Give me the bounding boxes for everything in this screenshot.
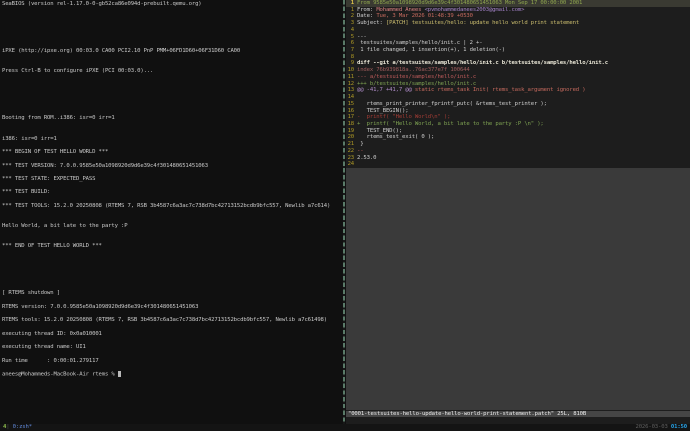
- vim-line-number: 22: [346, 148, 354, 155]
- vim-buffer-line: 6 testsuites/samples/hello/init.c | 2 +-: [346, 40, 690, 47]
- vim-buffer-line: 4: [346, 27, 690, 34]
- vim-line-number: 1: [346, 7, 354, 14]
- terminal-cursor[interactable]: [118, 371, 121, 377]
- tmux-window-tab[interactable]: 0:zsh*: [13, 424, 32, 430]
- terminal-line: *** TEST VERSION: 7.0.0.9585e50a1098920d…: [2, 163, 208, 170]
- tmux-status-bar: 4| 0:zsh* 2026-03-03 01:50: [0, 424, 690, 431]
- vim-buffer-line: 2Date: Tue, 3 Mar 2026 01:48:39 +0530: [346, 13, 690, 20]
- vim-buffer-line: 18+ printf( "Hello World, a bit late to …: [346, 121, 690, 128]
- vim-line-number: 4: [346, 27, 354, 34]
- tmux-screen: SeaBIOS (version rel-1.17.0-0-gb52ca86e0…: [0, 0, 690, 431]
- terminal-line: anees@Mohammeds-MacBook-Air rtems %: [2, 371, 121, 378]
- vim-buffer-line: 20 rtems_test_exit( 0 );: [346, 134, 690, 141]
- pane-divider[interactable]: [343, 0, 345, 424]
- vim-line-number: 21: [346, 141, 354, 148]
- terminal-line: Press Ctrl-B to configure iPXE (PCI 00:0…: [2, 68, 153, 75]
- vim-line-number: 10: [346, 67, 354, 74]
- vim-line-number: 24: [346, 161, 354, 168]
- terminal-line: Booting from ROM..i386: isr=0 irr=1: [2, 115, 115, 122]
- terminal-line: *** TEST BUILD:: [2, 189, 50, 196]
- terminal-line: *** BEGIN OF TEST HELLO WORLD ***: [2, 149, 108, 156]
- vim-line-number: 16: [346, 108, 354, 115]
- terminal-line: SeaBIOS (version rel-1.17.0-0-gb52ca86e0…: [2, 1, 202, 8]
- vim-buffer-line: 11--- a/testsuites/samples/hello/init.c: [346, 74, 690, 81]
- vim-statusline: "0001-testsuites-hello-update-hello-worl…: [346, 411, 690, 418]
- vim-buffer-line: 19 TEST_END();: [346, 128, 690, 135]
- vim-buffer-line: 14: [346, 94, 690, 101]
- terminal-line: executing thread ID: 0x0a010001: [2, 331, 102, 338]
- terminal-line: Run time : 0:00:01.279117: [2, 358, 99, 365]
- vim-buffer-line: 232.53.0: [346, 155, 690, 162]
- vim-buffer-line: 13@@ -41,7 +41,7 @@ static rtems_task In…: [346, 87, 690, 94]
- vim-line-number: 3: [346, 20, 354, 27]
- terminal-line: RTEMS version: 7.0.0.9585e50a1098920d9d6…: [2, 304, 198, 311]
- vim-line-number: 7: [346, 47, 354, 54]
- vim-cursor-line-number: 1: [346, 0, 354, 7]
- vim-cursor-line[interactable]: 1 From 9585e50a1098920d9d6e39c4f30148065…: [346, 0, 690, 7]
- vim-line-number: 15: [346, 101, 354, 108]
- vim-cursor-line-text: From 9585e50a1098920d9d6e39c4f3014806514…: [357, 0, 582, 7]
- vim-buffer-line: 8: [346, 54, 690, 61]
- vim-buffer-line: 7 1 file changed, 1 insertion(+), 1 dele…: [346, 47, 690, 54]
- vim-buffer-line: 1From: Mohammed Anees <pvmohammedanees20…: [346, 7, 690, 14]
- vim-line-number: 9: [346, 60, 354, 67]
- vim-line-number: 14: [346, 94, 354, 101]
- terminal-line: Hello World, a bit late to the party :P: [2, 223, 128, 230]
- vim-line-number: 6: [346, 40, 354, 47]
- terminal-line: *** END OF TEST HELLO WORLD ***: [2, 243, 102, 250]
- tmux-status-right: 2026-03-03 01:50: [636, 424, 690, 431]
- vim-line-number: 12: [346, 81, 354, 88]
- vim-command-line[interactable]: [346, 417, 690, 424]
- vim-line-number: 11: [346, 74, 354, 81]
- terminal-line: *** TEST STATE: EXPECTED_PASS: [2, 176, 95, 183]
- vim-buffer-line: 15 rtems_print_printer_fprintf_putc( &rt…: [346, 101, 690, 108]
- tmux-date: 2026-03-03: [636, 424, 668, 430]
- terminal-line: iPXE (http://ipxe.org) 00:03.0 CA00 PCI2…: [2, 48, 240, 55]
- vim-line-number: 18: [346, 121, 354, 128]
- vim-empty-area: [346, 168, 690, 410]
- vim-buffer-line: 16 TEST_BEGIN();: [346, 108, 690, 115]
- vim-buffer-line: 9diff --git a/testsuites/samples/hello/i…: [346, 60, 690, 67]
- vim-buffer-lines: 1From: Mohammed Anees <pvmohammedanees20…: [346, 7, 690, 168]
- vim-buffer-line: 21 }: [346, 141, 690, 148]
- tmux-clock: 01:50: [671, 424, 687, 430]
- terminal-line: RTEMS tools: 15.2.0 20250808 (RTEMS 7, R…: [2, 317, 327, 324]
- vim-line-number: 20: [346, 134, 354, 141]
- vim-line-number: 17: [346, 114, 354, 121]
- vim-buffer-line: 12+++ b/testsuites/samples/hello/init.c: [346, 81, 690, 88]
- tmux-separator: |: [6, 424, 9, 430]
- tmux-status-left: 4| 0:zsh*: [0, 424, 32, 431]
- terminal-line: i386: isr=0 irr=1: [2, 136, 57, 143]
- vim-buffer-line: 24: [346, 161, 690, 168]
- vim-buffer-line: 10index 76b939818a..76ac377e7f 100644: [346, 67, 690, 74]
- terminal-pane[interactable]: SeaBIOS (version rel-1.17.0-0-gb52ca86e0…: [0, 0, 343, 424]
- vim-buffer-line: 22--: [346, 148, 690, 155]
- vim-buffer-line: 3Subject: [PATCH] testsuites/hello: upda…: [346, 20, 690, 27]
- vim-pane[interactable]: 1 From 9585e50a1098920d9d6e39c4f30148065…: [346, 0, 690, 424]
- vim-line-number: 19: [346, 128, 354, 135]
- vim-buffer-line: 17- printf( "Hello World\n" );: [346, 114, 690, 121]
- vim-line-number: 8: [346, 54, 354, 61]
- vim-buffer-line: 5---: [346, 34, 690, 41]
- vim-line-number: 13: [346, 87, 354, 94]
- terminal-line: [ RTEMS shutdown ]: [2, 290, 60, 297]
- vim-line-number: 5: [346, 34, 354, 41]
- vim-line-number: 2: [346, 13, 354, 20]
- terminal-line: executing thread name: UI1: [2, 344, 86, 351]
- terminal-line: *** TEST TOOLS: 15.2.0 20250808 (RTEMS 7…: [2, 203, 330, 210]
- vim-line-number: 23: [346, 155, 354, 162]
